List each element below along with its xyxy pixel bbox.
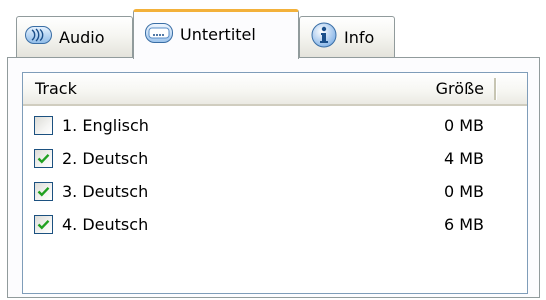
info-icon bbox=[311, 22, 337, 52]
track-size: 0 MB bbox=[443, 182, 484, 201]
track-size: 6 MB bbox=[443, 215, 484, 234]
track-2-checkbox[interactable] bbox=[34, 149, 53, 168]
table-row[interactable]: 2. Deutsch 4 MB bbox=[23, 143, 527, 176]
column-separator[interactable] bbox=[494, 78, 497, 100]
tab-untertitel-label: Untertitel bbox=[180, 25, 256, 44]
table-row[interactable]: 1. Englisch 0 MB bbox=[23, 110, 527, 143]
subtitle-icon bbox=[145, 22, 173, 47]
track-name: 1. Englisch bbox=[62, 116, 149, 135]
tab-untertitel[interactable]: Untertitel bbox=[133, 9, 299, 59]
column-header-size[interactable]: Größe bbox=[408, 73, 494, 104]
tab-audio[interactable]: Audio bbox=[16, 16, 133, 57]
track-1-checkbox[interactable] bbox=[34, 116, 53, 135]
track-name: 4. Deutsch bbox=[62, 215, 149, 234]
track-3-checkbox[interactable] bbox=[34, 182, 53, 201]
track-size: 0 MB bbox=[443, 116, 484, 135]
track-list[interactable]: Track Größe 1. Englisch 0 MB 2. Deutsch … bbox=[22, 72, 528, 294]
track-name: 2. Deutsch bbox=[62, 149, 149, 168]
column-header-track[interactable]: Track bbox=[23, 73, 408, 104]
track-size: 4 MB bbox=[443, 149, 484, 168]
subtitle-panel: Track Größe 1. Englisch 0 MB 2. Deutsch … bbox=[7, 57, 540, 298]
table-row[interactable]: 4. Deutsch 6 MB bbox=[23, 209, 527, 242]
checkmark-icon bbox=[37, 153, 50, 164]
tab-info-label: Info bbox=[344, 27, 375, 47]
table-row[interactable]: 3. Deutsch 0 MB bbox=[23, 176, 527, 209]
track-rows: 1. Englisch 0 MB 2. Deutsch 4 MB 3. Deut… bbox=[23, 110, 527, 242]
list-header: Track Größe bbox=[23, 73, 527, 106]
checkmark-icon bbox=[37, 186, 50, 197]
checkmark-icon bbox=[37, 219, 50, 230]
track-name: 3. Deutsch bbox=[62, 182, 149, 201]
audio-icon bbox=[25, 26, 52, 48]
tab-audio-label: Audio bbox=[59, 27, 105, 47]
track-4-checkbox[interactable] bbox=[34, 215, 53, 234]
tab-info[interactable]: Info bbox=[299, 16, 395, 57]
